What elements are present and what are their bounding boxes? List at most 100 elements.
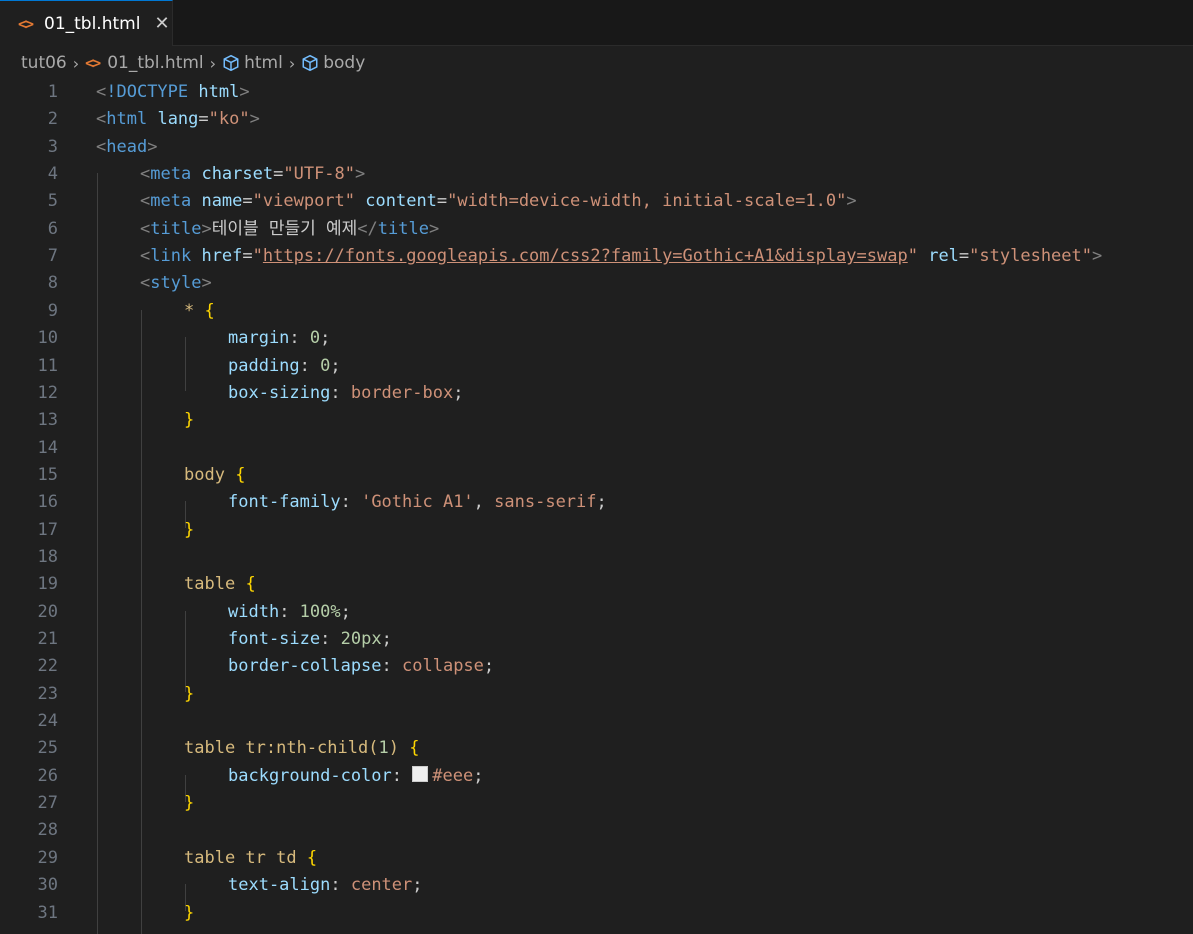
code-token: >: [147, 136, 158, 157]
code-token: =: [273, 164, 284, 185]
code-token: =: [242, 246, 253, 267]
code-line[interactable]: 8 <style>: [0, 270, 1193, 297]
code-content: }: [184, 407, 194, 434]
line-number: 31: [37, 902, 58, 923]
code-line[interactable]: 7 <link href="https://fonts.googleapis.co…: [0, 243, 1193, 270]
code-token: content: [365, 191, 437, 212]
code-line[interactable]: 6 <title>테이블 만들기 예제</title>: [0, 216, 1193, 243]
tab-01-tbl-html[interactable]: <> 01_tbl.html ✕: [0, 0, 173, 46]
line-number: 20: [37, 601, 58, 622]
code-token: 0: [320, 355, 331, 376]
color-swatch[interactable]: [412, 765, 429, 782]
code-content: * {: [184, 298, 215, 325]
line-number: 14: [37, 437, 58, 458]
breadcrumb-html[interactable]: html: [244, 53, 283, 73]
code-token: margin: [228, 328, 290, 349]
code-line[interactable]: 3 <head>: [0, 134, 1193, 161]
code-content: body {: [184, 462, 245, 489]
code-token: {: [245, 574, 256, 595]
line-number: 17: [37, 519, 58, 540]
code-token: <: [140, 164, 151, 185]
code-token: !DOCTYPE: [106, 82, 189, 102]
code-line[interactable]: 27}: [0, 790, 1193, 817]
line-number: 8: [47, 273, 58, 294]
code-token: {: [204, 300, 215, 321]
line-number: 24: [37, 711, 58, 732]
chevron-right-icon: ›: [72, 53, 80, 73]
code-token: "stylesheet": [969, 246, 1092, 267]
code-line[interactable]: 4 <meta charset="UTF-8">: [0, 161, 1193, 188]
code-line[interactable]: 22 border-collapse: collapse;: [0, 653, 1193, 680]
code-line[interactable]: 14: [0, 435, 1193, 462]
code-token: title: [150, 218, 202, 239]
code-content: table tr:nth-child(1) {: [184, 735, 419, 762]
code-token: table tr:nth-child(: [184, 738, 379, 759]
code-token: ;: [381, 629, 392, 649]
code-token: padding: [228, 355, 300, 376]
code-line[interactable]: 26 background-color: #eee;: [0, 763, 1193, 790]
code-line[interactable]: 11 padding: 0;: [0, 353, 1193, 380]
code-line[interactable]: 12 box-sizing: border-box;: [0, 380, 1193, 407]
code-token: charset: [201, 164, 274, 185]
code-token: 20px: [340, 629, 382, 649]
code-line[interactable]: 5 <meta name="viewport" content="width=de…: [0, 188, 1193, 215]
code-line[interactable]: 28: [0, 817, 1193, 844]
code-line[interactable]: 21 font-size: 20px;: [0, 626, 1193, 653]
chevron-right-icon: ›: [288, 53, 296, 73]
code-line[interactable]: 17}: [0, 517, 1193, 544]
code-line[interactable]: 10 margin: 0;: [0, 325, 1193, 352]
code-token: ;: [596, 492, 607, 513]
code-token: ;: [473, 765, 484, 786]
code-content: box-sizing: border-box;: [228, 380, 463, 407]
code-token: 테이블 만들기 예제: [211, 218, 358, 239]
code-line[interactable]: 15 body {: [0, 462, 1193, 489]
breadcrumb-folder[interactable]: tut06: [21, 53, 67, 73]
code-line[interactable]: 9 * {: [0, 298, 1193, 325]
breadcrumb-file[interactable]: 01_tbl.html: [107, 53, 203, 73]
code-content: margin: 0;: [228, 325, 330, 352]
code-token: }: [184, 793, 195, 814]
code-token: :: [330, 875, 351, 896]
code-line[interactable]: 24: [0, 708, 1193, 735]
line-number: 15: [37, 464, 58, 485]
code-token: :: [340, 492, 362, 513]
code-token: background-color: [228, 765, 392, 786]
code-editor[interactable]: 1 <!DOCTYPE html> 2 <html lang="ko"> 3 <head>…: [0, 78, 1193, 934]
code-token: ;: [483, 656, 495, 677]
line-number: 18: [37, 546, 58, 567]
code-line[interactable]: 1 <!DOCTYPE html>: [0, 79, 1193, 106]
code-line[interactable]: 30 text-align: center;: [0, 872, 1193, 899]
code-token: ): [388, 738, 399, 759]
code-content: width: 100%;: [228, 599, 351, 626]
code-line[interactable]: 13}: [0, 407, 1193, 434]
close-icon[interactable]: ✕: [154, 13, 169, 34]
code-content: table {: [184, 571, 256, 598]
breadcrumb-body[interactable]: body: [323, 53, 365, 73]
code-content: <link href="https://fonts.googleapis.com…: [140, 243, 1102, 270]
code-line[interactable]: 31}: [0, 900, 1193, 927]
cube-icon: [222, 54, 240, 72]
code-line[interactable]: 20 width: 100%;: [0, 599, 1193, 626]
code-line[interactable]: 2 <html lang="ko">: [0, 106, 1193, 133]
code-token: "width=device-width, initial-scale=1.0": [447, 191, 847, 212]
code-line[interactable]: 16 font-family: 'Gothic A1', sans-serif;: [0, 489, 1193, 516]
code-content: <head>: [96, 134, 157, 161]
code-token: :: [320, 629, 341, 649]
code-token: {: [235, 464, 246, 485]
line-number: 10: [37, 328, 58, 349]
code-token: :: [391, 765, 413, 786]
cube-icon: [301, 54, 319, 72]
code-token: table tr td: [184, 847, 297, 868]
code-line[interactable]: 18: [0, 544, 1193, 571]
code-token: <: [140, 273, 151, 294]
code-line[interactable]: 23}: [0, 681, 1193, 708]
code-line[interactable]: 19 table {: [0, 571, 1193, 598]
code-line[interactable]: 29 table tr td {: [0, 845, 1193, 872]
code-token: >: [428, 218, 440, 239]
code-token: font-family: [228, 492, 341, 513]
code-line[interactable]: 25 table tr:nth-child(1) {: [0, 735, 1193, 762]
